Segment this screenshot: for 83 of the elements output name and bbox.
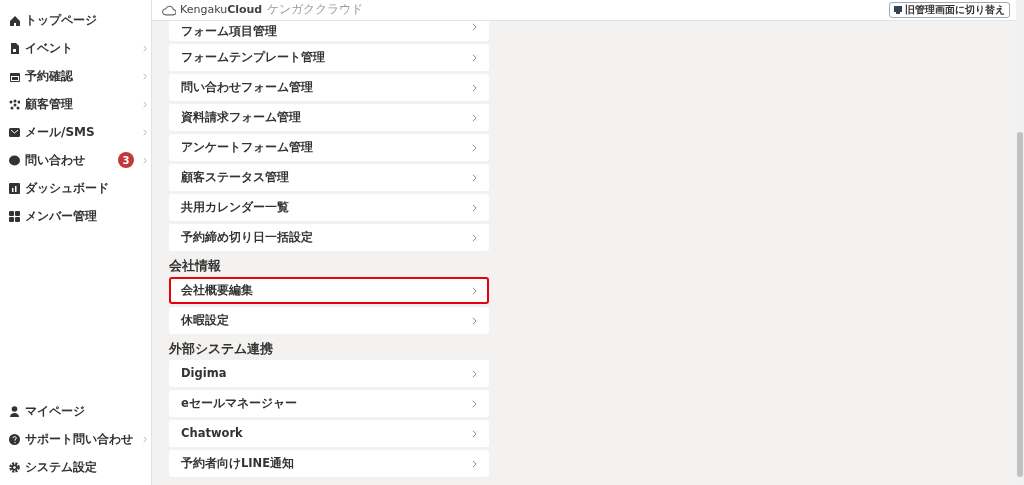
sidebar-label: ダッシュボード xyxy=(25,180,109,197)
mail-icon xyxy=(9,126,20,138)
chevron-icon xyxy=(472,399,477,408)
sidebar-label: トップページ xyxy=(25,12,97,29)
menu-item[interactable]: アンケートフォーム管理 xyxy=(169,134,489,161)
sidebar-item[interactable]: 問い合わせ 3 xyxy=(0,146,151,174)
sidebar-item[interactable]: システム設定 xyxy=(0,453,151,481)
sidebar-item[interactable]: 予約確認 xyxy=(0,62,151,90)
menu-item-label: 共用カレンダー一覧 xyxy=(181,198,289,216)
menu-item-label: 休暇設定 xyxy=(181,311,229,329)
chevron-icon xyxy=(472,286,477,295)
menu-item-label: 会社概要編集 xyxy=(181,281,253,299)
document-icon xyxy=(9,42,20,54)
sidebar-label: メール/SMS xyxy=(25,124,95,141)
chart-icon xyxy=(9,182,20,194)
menu-item[interactable]: 予約締め切り日一括設定 xyxy=(169,224,489,251)
chat-bubble-icon xyxy=(9,154,20,166)
logo-text: KengakuCloud xyxy=(180,1,263,18)
menu-item-label: eセールマネージャー xyxy=(181,394,297,412)
sidebar-label: 予約確認 xyxy=(25,68,73,85)
menu-item-label: 問い合わせフォーム管理 xyxy=(181,78,313,96)
menu-item[interactable]: 休暇設定 xyxy=(169,307,489,334)
menu-item[interactable]: 会社概要編集 xyxy=(169,277,489,304)
chevron-icon xyxy=(472,173,477,182)
logo-subtitle: ケンガククラウド xyxy=(267,1,364,19)
chevron-icon xyxy=(472,53,477,62)
chevron-icon xyxy=(472,233,477,242)
chevron-icon xyxy=(472,83,477,92)
sidebar-label: システム設定 xyxy=(25,459,97,476)
home-icon xyxy=(9,14,20,26)
person-icon xyxy=(9,405,20,417)
cloud-icon xyxy=(162,4,176,16)
sidebar-item[interactable]: サポート問い合わせ xyxy=(0,425,151,453)
menu-item-label: アンケートフォーム管理 xyxy=(181,138,313,156)
menu-item[interactable]: eセールマネージャー xyxy=(169,390,489,417)
chevron-icon xyxy=(472,369,477,378)
switch-button[interactable]: 旧管理画面に切り替え xyxy=(889,2,1010,18)
gear-icon xyxy=(9,461,20,473)
menu-item[interactable]: Digima xyxy=(169,360,489,387)
chevron-icon xyxy=(472,143,477,152)
section-heading: 外部システム連携 xyxy=(169,341,274,357)
sidebar-label: イベント xyxy=(25,40,73,57)
sidebar-label: 問い合わせ xyxy=(25,152,85,169)
menu-item-label: 顧客ステータス管理 xyxy=(181,168,289,186)
sidebar-item[interactable]: メンバー管理 xyxy=(0,202,151,230)
menu-item[interactable]: フォームテンプレート管理 xyxy=(169,44,489,71)
chevron-icon xyxy=(472,429,477,438)
menu-item[interactable]: フォーム項目管理 xyxy=(169,21,489,41)
chevron-icon xyxy=(472,23,477,31)
sidebar-item[interactable]: トップページ xyxy=(0,6,151,34)
menu-item-label: 予約締め切り日一括設定 xyxy=(181,228,313,246)
monitor-icon xyxy=(894,6,902,14)
menu-item[interactable]: 問い合わせフォーム管理 xyxy=(169,74,489,101)
grid-icon xyxy=(9,210,20,222)
menu-item-label: 予約者向けLINE通知 xyxy=(181,454,295,472)
sidebar-label: サポート問い合わせ xyxy=(25,431,133,448)
menu-item-label: Chatwork xyxy=(181,424,243,442)
sidebar-label: マイページ xyxy=(25,403,85,420)
chevron-icon xyxy=(472,113,477,122)
sidebar-item[interactable]: マイページ xyxy=(0,397,151,425)
menu-item[interactable]: 顧客ステータス管理 xyxy=(169,164,489,191)
menu-item[interactable]: 共用カレンダー一覧 xyxy=(169,194,489,221)
section-heading: 会社情報 xyxy=(169,258,222,274)
menu-item-label: フォーム項目管理 xyxy=(181,23,277,40)
count-badge: 3 xyxy=(118,152,134,168)
menu-item-label: 資料請求フォーム管理 xyxy=(181,108,301,126)
calendar-icon xyxy=(9,70,20,82)
sidebar-label: 顧客管理 xyxy=(25,96,73,113)
sidebar-label: メンバー管理 xyxy=(25,208,97,225)
chevron-icon xyxy=(472,316,477,325)
menu-item[interactable]: 予約者向けLINE通知 xyxy=(169,450,489,477)
menu-item-label: Digima xyxy=(181,364,227,382)
sidebar-item[interactable]: メール/SMS xyxy=(0,118,151,146)
help-icon xyxy=(9,433,20,445)
sidebar-item[interactable]: ダッシュボード xyxy=(0,174,151,202)
chevron-icon xyxy=(472,459,477,468)
menu-item[interactable]: 資料請求フォーム管理 xyxy=(169,104,489,131)
menu-item[interactable]: Chatwork xyxy=(169,420,489,447)
sidebar-item[interactable]: 顧客管理 xyxy=(0,90,151,118)
sidebar-item[interactable]: イベント xyxy=(0,34,151,62)
menu-item-label: フォームテンプレート管理 xyxy=(181,48,325,66)
chevron-icon xyxy=(472,203,477,212)
people-icon xyxy=(9,98,20,110)
